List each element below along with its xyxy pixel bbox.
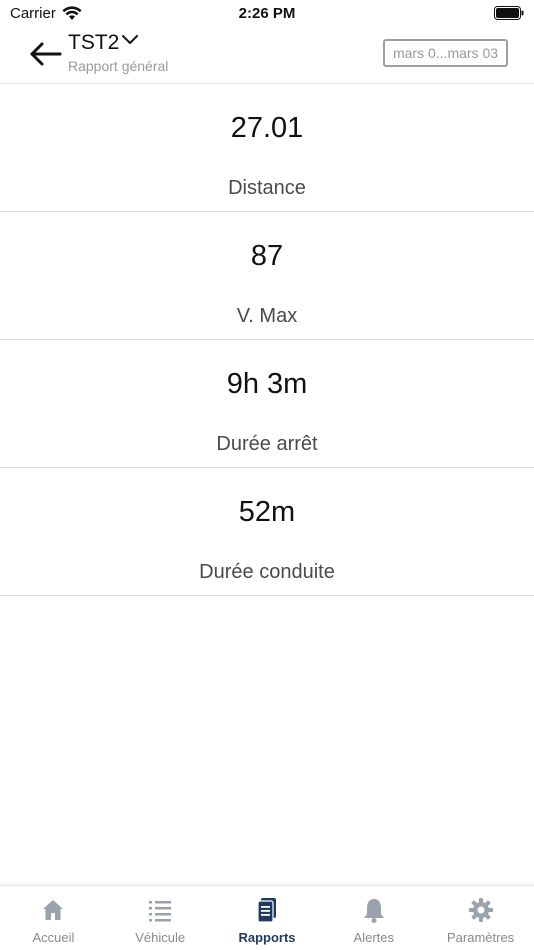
tab-label: Rapports	[238, 930, 296, 945]
gear-icon	[468, 898, 493, 922]
title-group: TST2 Rapport général	[68, 31, 168, 74]
tab-rapports[interactable]: Rapports	[214, 886, 321, 950]
stats-list: 27.01 Distance 87 V. Max 9h 3m Durée arr…	[0, 84, 534, 596]
stat-driving-duration: 52m Durée conduite	[0, 468, 534, 596]
stat-stop-duration: 9h 3m Durée arrêt	[0, 340, 534, 468]
stat-label: Distance	[228, 177, 306, 199]
header: TST2 Rapport général mars 0...mars 03	[0, 28, 534, 84]
stat-label: Durée conduite	[199, 561, 335, 583]
tab-accueil[interactable]: Accueil	[0, 886, 107, 950]
list-icon	[149, 901, 172, 922]
status-bar: Carrier 2:26 PM	[0, 0, 534, 28]
vehicle-title: TST2	[68, 31, 120, 54]
tab-alertes[interactable]: Alertes	[320, 886, 427, 950]
tab-vehicule[interactable]: Véhicule	[107, 886, 214, 950]
tab-label: Alertes	[353, 930, 395, 945]
tab-parametres[interactable]: Paramètres	[427, 886, 534, 950]
home-icon	[43, 900, 64, 920]
stat-distance: 27.01 Distance	[0, 84, 534, 212]
tab-label: Paramètres	[446, 930, 515, 945]
bell-icon	[363, 899, 384, 923]
stat-label: Durée arrêt	[216, 433, 318, 455]
back-arrow-icon[interactable]	[28, 40, 64, 68]
tab-bar: Accueil Véhicule Rapports Alertes Paramè…	[0, 885, 534, 950]
stat-value: 87	[250, 240, 284, 272]
tab-label: Accueil	[32, 930, 75, 945]
stat-value: 52m	[238, 496, 296, 528]
stat-value: 27.01	[230, 112, 304, 144]
date-range-button[interactable]: mars 0...mars 03	[383, 39, 508, 67]
chevron-down-icon	[122, 35, 139, 44]
vehicle-selector[interactable]: TST2	[68, 31, 168, 55]
stat-label: V. Max	[236, 305, 298, 327]
stat-max-speed: 87 V. Max	[0, 212, 534, 340]
stat-value: 9h 3m	[226, 368, 308, 400]
clock: 2:26 PM	[238, 5, 296, 22]
battery-icon	[494, 6, 524, 20]
tab-label: Véhicule	[135, 930, 186, 945]
report-subtitle: Rapport général	[68, 58, 169, 74]
report-icon	[257, 898, 276, 923]
